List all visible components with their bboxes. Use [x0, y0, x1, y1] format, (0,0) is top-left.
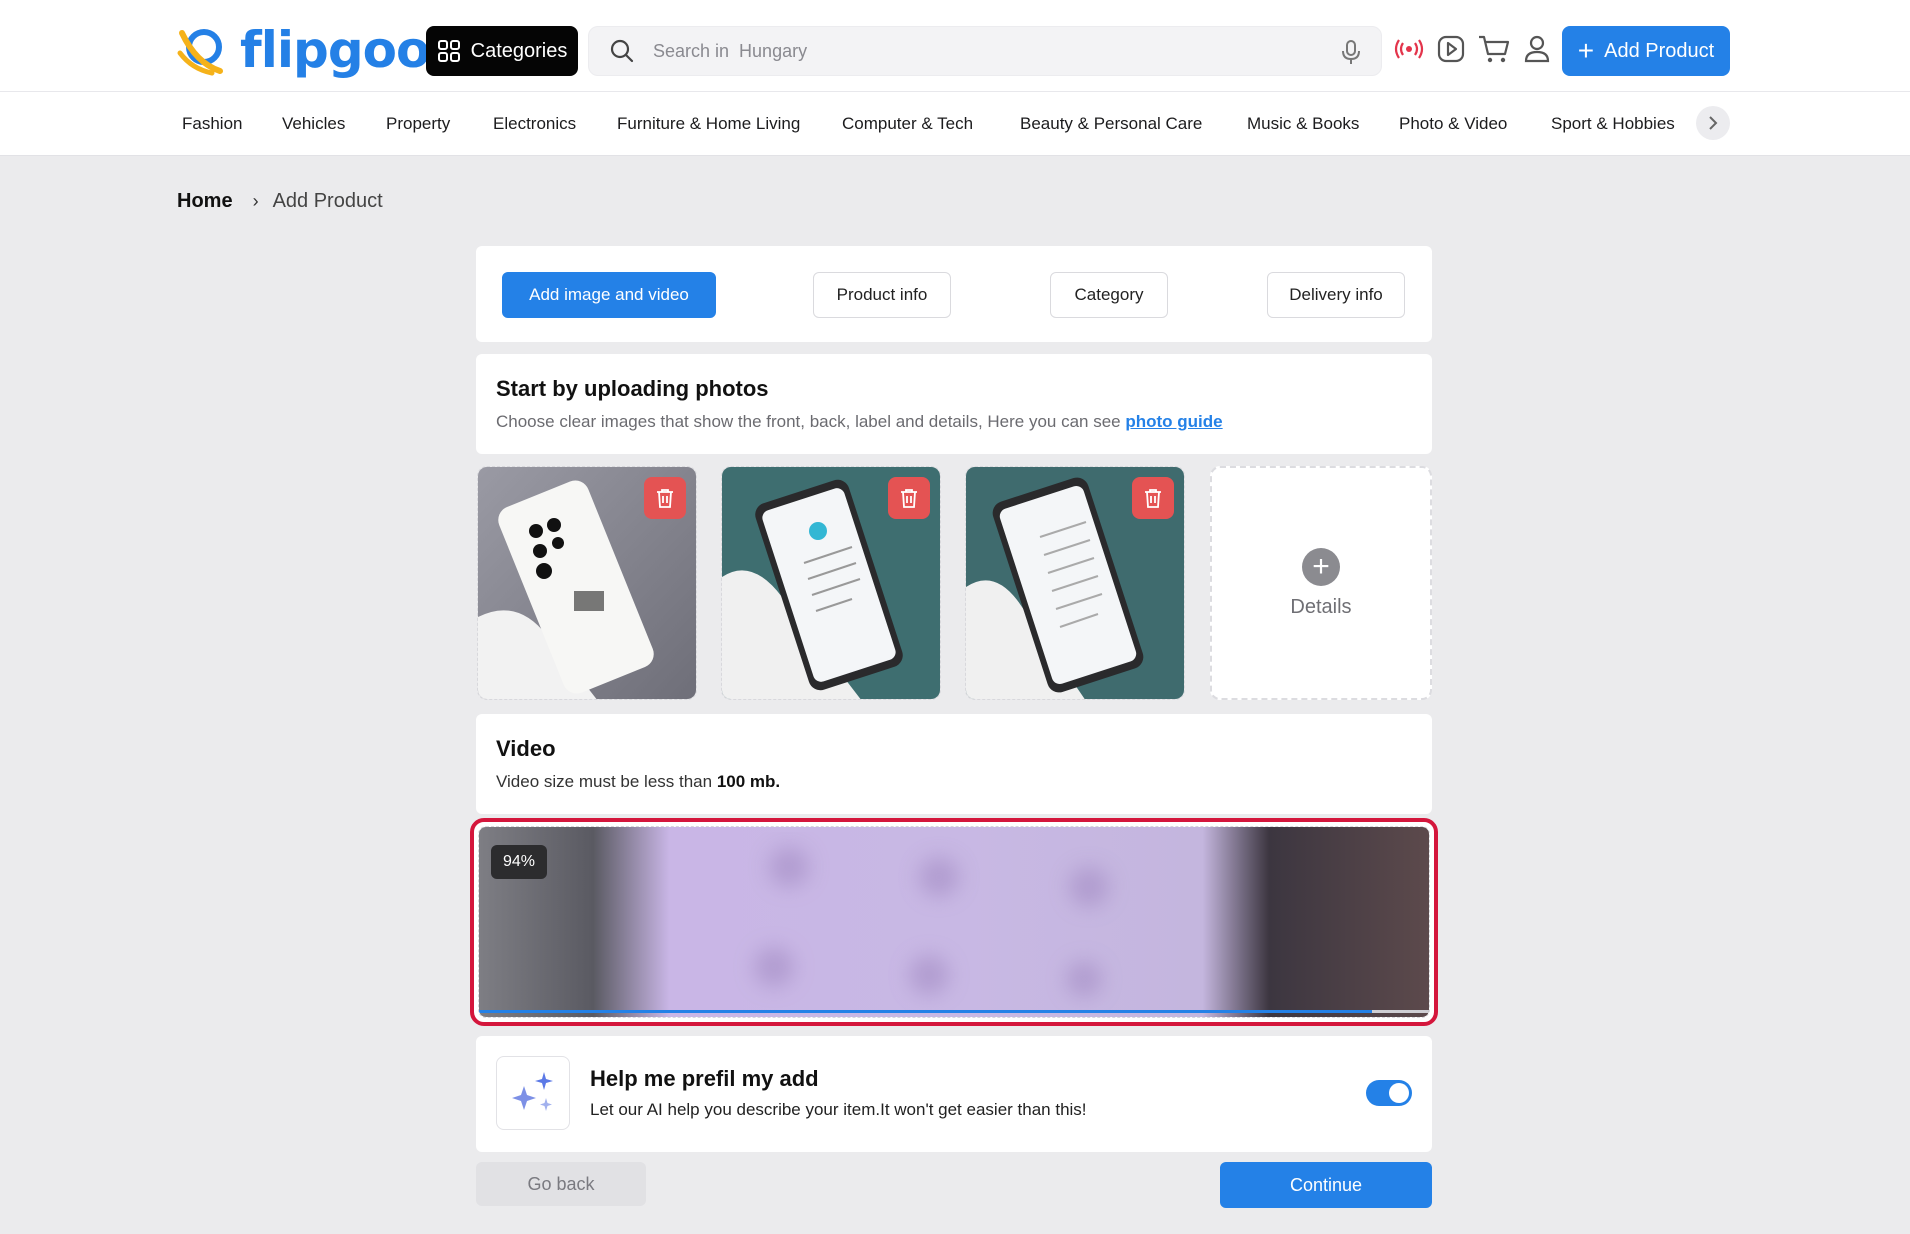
chevron-right-icon — [1709, 116, 1718, 130]
add-product-button[interactable]: + Add Product — [1562, 26, 1730, 76]
microphone-icon[interactable] — [1339, 39, 1363, 65]
breadcrumb-home[interactable]: Home — [177, 190, 233, 213]
go-back-button[interactable]: Go back — [476, 1162, 646, 1206]
video-size-limit: 100 mb. — [716, 772, 781, 791]
trash-icon — [901, 489, 917, 508]
nav-item-beauty-personal-care[interactable]: Beauty & Personal Care — [1020, 114, 1202, 134]
add-details-photo-button[interactable]: + Details — [1210, 466, 1432, 700]
upload-progress-badge: 94% — [491, 845, 548, 879]
search-bar — [588, 26, 1382, 76]
upload-progress-bar — [479, 1010, 1429, 1013]
sparkles-icon — [496, 1056, 570, 1130]
plus-circle-icon: + — [1302, 547, 1340, 586]
upload-progress-fill — [479, 1010, 1372, 1013]
details-label: Details — [1290, 595, 1352, 618]
site-header: flipgoo Categories Search in Hungary + A… — [0, 0, 1910, 156]
step-tabs: Add image and video Product info Categor… — [476, 246, 1432, 342]
photo-thumbnail[interactable] — [965, 466, 1185, 700]
video-subtitle-text: Video size must be less than — [496, 772, 717, 791]
tab-category[interactable]: Category — [1050, 272, 1168, 318]
upload-photos-section: Start by uploading photos Choose clear i… — [476, 354, 1432, 454]
video-upload-preview[interactable]: 94% — [470, 818, 1438, 1026]
search-icon — [610, 39, 634, 63]
nav-item-furniture-home-living[interactable]: Furniture & Home Living — [617, 114, 800, 134]
upload-title: Start by uploading photos — [496, 376, 769, 401]
tab-delivery-info[interactable]: Delivery info — [1267, 272, 1405, 318]
logo-text: flipgoo — [240, 21, 430, 79]
nav-item-photo-video[interactable]: Photo & Video — [1399, 114, 1507, 134]
upload-subtitle-text: Choose clear images that show the front,… — [496, 412, 1126, 431]
nav-scroll-right-button[interactable] — [1696, 106, 1730, 140]
nav-item-vehicles[interactable]: Vehicles — [282, 114, 345, 134]
cart-icon[interactable] — [1476, 34, 1512, 64]
delete-photo-button[interactable] — [644, 477, 686, 519]
nav-item-music-books[interactable]: Music & Books — [1247, 114, 1359, 134]
video-subtitle: Video size must be less than 100 mb. — [496, 772, 1412, 792]
top-bar: flipgoo Categories Search in Hungary + A… — [0, 0, 1910, 92]
search-input[interactable] — [653, 40, 1333, 62]
ai-prefill-title: Help me prefil my add — [590, 1066, 819, 1091]
plus-icon: + — [1577, 35, 1595, 66]
ai-prefill-subtitle: Let our AI help you describe your item.I… — [590, 1100, 1087, 1119]
nav-item-electronics[interactable]: Electronics — [493, 114, 576, 134]
breadcrumb: Home › Add Product — [177, 190, 383, 213]
nav-item-property[interactable]: Property — [386, 114, 450, 134]
tab-add-image-video[interactable]: Add image and video — [502, 272, 716, 318]
toggle-knob — [1389, 1083, 1409, 1103]
category-nav: Fashion Vehicles Property Electronics Fu… — [0, 92, 1910, 156]
logo[interactable]: flipgoo — [176, 21, 430, 79]
video-thumbnail: 94% — [478, 826, 1430, 1018]
ai-prefill-section: Help me prefil my add Let our AI help yo… — [476, 1036, 1432, 1152]
upload-subtitle: Choose clear images that show the front,… — [496, 412, 1412, 432]
nav-item-computer-tech[interactable]: Computer & Tech — [842, 114, 973, 134]
grid-icon — [437, 40, 460, 62]
play-video-icon[interactable] — [1436, 34, 1466, 64]
categories-label: Categories — [470, 39, 568, 62]
chevron-right-icon: › — [252, 191, 259, 211]
categories-button[interactable]: Categories — [426, 26, 578, 76]
ai-prefill-toggle[interactable] — [1366, 1080, 1412, 1106]
breadcrumb-current: Add Product — [272, 190, 383, 212]
video-title: Video — [496, 736, 556, 761]
tab-product-info[interactable]: Product info — [813, 272, 951, 318]
logo-icon — [177, 29, 223, 76]
photo-thumbnail[interactable] — [477, 466, 697, 700]
user-icon[interactable] — [1522, 34, 1552, 64]
trash-icon — [1145, 489, 1161, 508]
delete-photo-button[interactable] — [888, 477, 930, 519]
blurred-video-frame — [479, 827, 1429, 1017]
photo-thumbnail[interactable] — [721, 466, 941, 700]
nav-item-fashion[interactable]: Fashion — [182, 114, 242, 134]
video-section: Video Video size must be less than 100 m… — [476, 714, 1432, 814]
live-broadcast-icon[interactable] — [1394, 34, 1424, 64]
nav-item-sport-hobbies[interactable]: Sport & Hobbies — [1551, 114, 1675, 134]
continue-button[interactable]: Continue — [1220, 1162, 1432, 1208]
trash-icon — [657, 489, 673, 508]
add-product-label: Add Product — [1604, 39, 1715, 62]
delete-photo-button[interactable] — [1132, 477, 1174, 519]
photo-guide-link[interactable]: photo guide — [1125, 412, 1222, 431]
